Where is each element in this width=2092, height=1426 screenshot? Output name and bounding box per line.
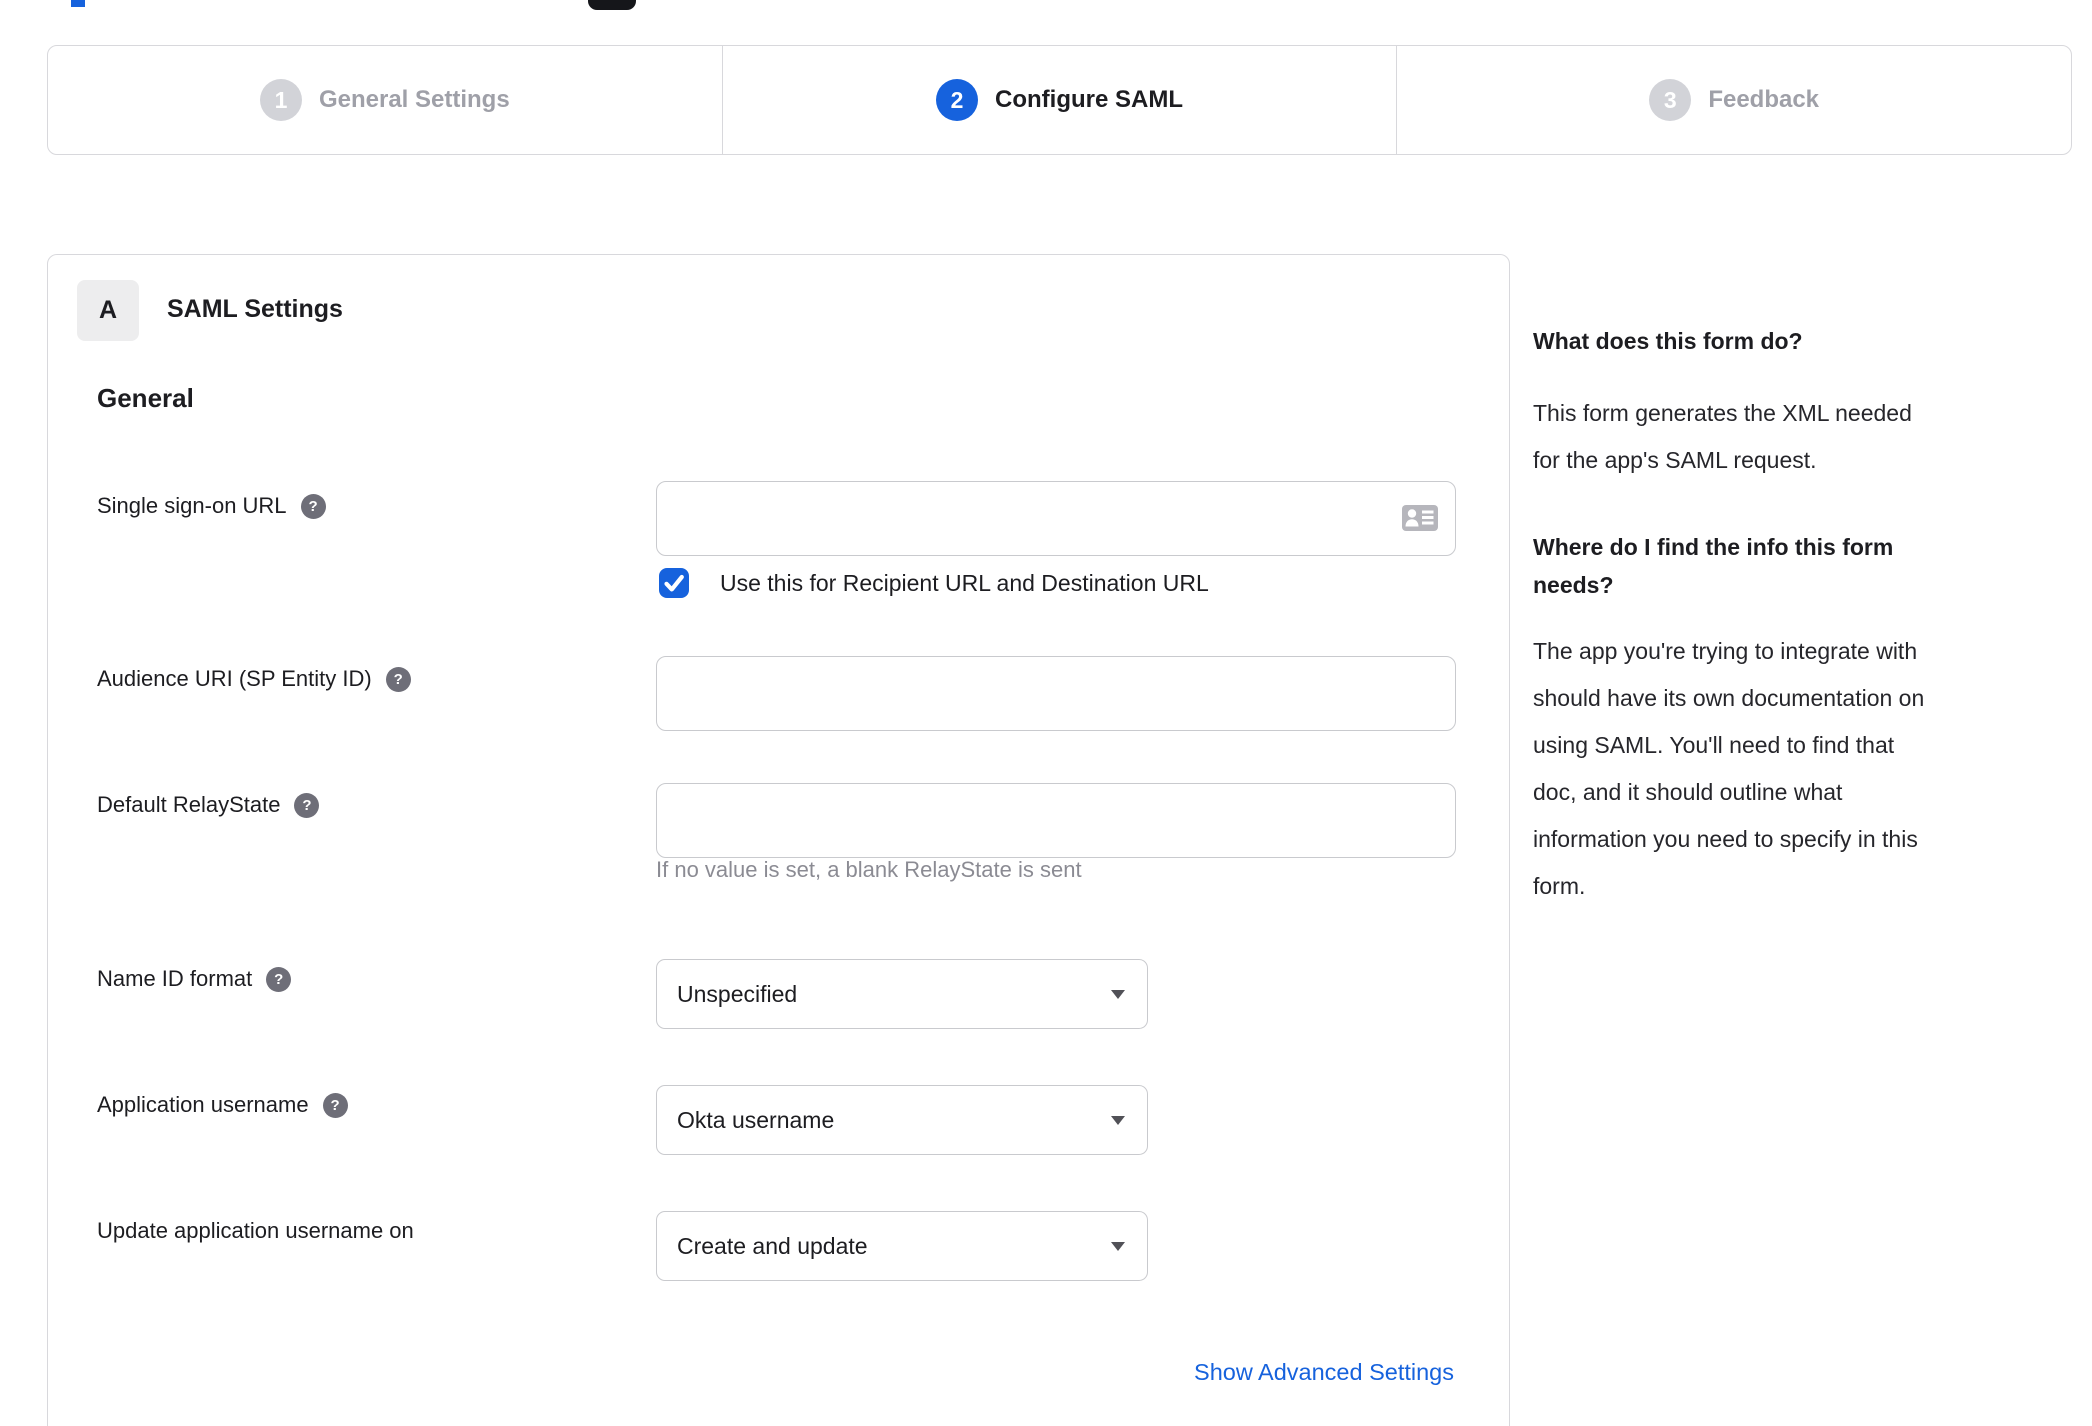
audience-uri-label: Audience URI (SP Entity ID) ?: [97, 664, 411, 694]
field-label-text: Update application username on: [97, 1218, 414, 1243]
field-label-text: Name ID format: [97, 966, 253, 991]
group-heading-general: General: [97, 383, 194, 413]
select-value: Create and update: [677, 1232, 868, 1259]
select-value: Okta username: [677, 1106, 835, 1133]
section-title: SAML Settings: [167, 295, 343, 323]
default-relaystate-input[interactable]: [656, 783, 1456, 858]
checkmark-icon: [664, 574, 684, 592]
single-sign-on-url-field-wrap: [656, 481, 1456, 556]
step-configure-saml[interactable]: 2 Configure SAML: [721, 46, 1397, 154]
chevron-down-icon: [1111, 1241, 1125, 1251]
recipient-destination-checkbox-label[interactable]: Use this for Recipient URL and Destinati…: [720, 568, 1209, 598]
single-sign-on-url-input[interactable]: [656, 481, 1456, 556]
cutoff-header-fragment-dark: [588, 0, 636, 10]
sidebar-paragraph-where: The app you're trying to integrate with …: [1533, 638, 1925, 899]
sidebar-heading-where: Where do I find the info this form needs…: [1533, 534, 1894, 598]
section-letter-badge: A: [77, 280, 139, 341]
help-icon[interactable]: ?: [385, 666, 411, 692]
relaystate-hint: If no value is set, a blank RelayState i…: [656, 857, 1082, 882]
help-icon[interactable]: ?: [294, 792, 320, 818]
chevron-down-icon: [1111, 1115, 1125, 1125]
step-number-badge: 1: [259, 79, 302, 121]
wizard-stepper: 1 General Settings 2 Configure SAML 3 Fe…: [47, 45, 2072, 155]
field-label-text: Audience URI (SP Entity ID): [97, 666, 372, 691]
step-general-settings[interactable]: 1 General Settings: [48, 46, 722, 154]
update-application-username-label: Update application username on: [97, 1216, 414, 1246]
contact-card-icon: [1402, 505, 1438, 531]
step-label: General Settings: [318, 86, 510, 113]
help-sidebar: What does this form do? This form genera…: [1533, 322, 2057, 910]
single-sign-on-url-label: Single sign-on URL ?: [97, 491, 326, 521]
step-feedback[interactable]: 3 Feedback: [1396, 46, 2071, 154]
sidebar-heading-what: What does this form do?: [1533, 328, 1803, 354]
application-username-select[interactable]: Okta username: [656, 1085, 1148, 1155]
help-icon[interactable]: ?: [322, 1092, 348, 1118]
chevron-down-icon: [1111, 989, 1125, 999]
field-label-text: Default RelayState: [97, 792, 281, 817]
name-id-format-label: Name ID format ?: [97, 964, 292, 994]
application-username-label: Application username ?: [97, 1090, 348, 1120]
audience-uri-input[interactable]: [656, 656, 1456, 731]
show-advanced-settings-link[interactable]: Show Advanced Settings: [1194, 1359, 1454, 1386]
select-value: Unspecified: [677, 980, 798, 1007]
default-relaystate-label: Default RelayState ?: [97, 790, 320, 820]
help-icon[interactable]: ?: [266, 966, 292, 992]
step-number-badge: 3: [1649, 79, 1692, 121]
sidebar-paragraph-what: This form generates the XML needed for t…: [1533, 400, 1912, 473]
step-label: Configure SAML: [995, 86, 1183, 113]
cutoff-header-fragment-blue: [71, 0, 85, 7]
step-number-badge: 2: [936, 79, 979, 121]
saml-settings-panel: A SAML Settings General Single sign-on U…: [47, 254, 1510, 1426]
configure-saml-page: 1 General Settings 2 Configure SAML 3 Fe…: [0, 0, 2092, 1426]
step-label: Feedback: [1708, 86, 1820, 113]
field-label-text: Single sign-on URL: [97, 493, 287, 518]
name-id-format-select[interactable]: Unspecified: [656, 959, 1148, 1029]
update-application-username-select[interactable]: Create and update: [656, 1211, 1148, 1281]
recipient-destination-checkbox[interactable]: [659, 568, 689, 598]
field-label-text: Application username: [97, 1092, 309, 1117]
help-icon[interactable]: ?: [300, 493, 326, 519]
